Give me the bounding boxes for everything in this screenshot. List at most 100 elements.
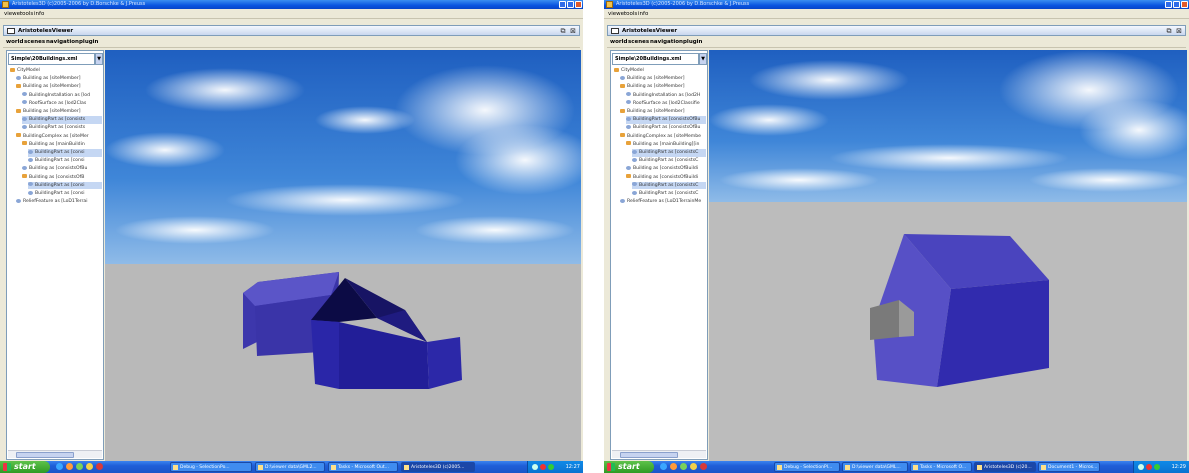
tree-node[interactable]: BuildingPart as [consistsOfBu: [626, 124, 706, 132]
task-explorer[interactable]: D:\viewer data\GML2...: [255, 462, 325, 472]
tray-icon[interactable]: [1146, 464, 1152, 470]
tree-node[interactable]: BuildingPart as [consistsC: [632, 149, 706, 157]
tree-node[interactable]: Building as [siteMember]: [620, 108, 706, 116]
scrollbar-thumb[interactable]: [620, 452, 678, 458]
task-label: Tasks - Microsoft Out...: [338, 465, 389, 470]
quicklaunch-firefox-icon[interactable]: [66, 463, 73, 470]
menu-info[interactable]: info: [34, 10, 44, 18]
quicklaunch-ie-icon[interactable]: [56, 463, 63, 470]
task-word[interactable]: Document1 - Micros...: [1038, 462, 1100, 472]
minimize-icon[interactable]: [559, 1, 566, 8]
quicklaunch-folder-icon[interactable]: [690, 463, 697, 470]
scrollbar-thumb[interactable]: [16, 452, 74, 458]
task-debug[interactable]: Debug - SelectionPo...: [170, 462, 252, 472]
menu-plugin[interactable]: plugin: [79, 38, 98, 47]
menu-scenes[interactable]: scenes: [628, 38, 649, 47]
close-icon[interactable]: [1181, 1, 1188, 8]
quicklaunch-ie-icon[interactable]: [660, 463, 667, 470]
tree-node[interactable]: BuildingPart as [consi: [28, 190, 102, 198]
tray-icon[interactable]: [532, 464, 538, 470]
3d-viewport[interactable]: [709, 50, 1187, 461]
quicklaunch-firefox-icon[interactable]: [670, 463, 677, 470]
start-button[interactable]: start: [604, 461, 654, 473]
task-aristoteles[interactable]: Aristoteles3D (c)20...: [974, 462, 1036, 472]
tree-node[interactable]: Building as [mainBuilding][in: [626, 141, 706, 149]
menu-info[interactable]: info: [638, 10, 648, 18]
minimize-icon[interactable]: [1165, 1, 1172, 8]
combo-arrow-icon[interactable]: ▼: [95, 53, 103, 65]
menu-navigation[interactable]: navigation: [650, 38, 683, 47]
close-icon[interactable]: [575, 1, 582, 8]
tree-node[interactable]: BuildingPart as [consi: [28, 149, 102, 157]
close-icon[interactable]: ⊠: [1175, 27, 1183, 35]
tray-icon[interactable]: [1138, 464, 1144, 470]
tree-node[interactable]: RoofSurface as [lod2Classifie: [626, 100, 706, 108]
tree-node-label: BuildingInstallation as [lod: [29, 92, 91, 98]
viewer-title: AristotelesViewer: [18, 28, 74, 34]
menu-tools[interactable]: tools: [624, 10, 637, 18]
tree-node[interactable]: BuildingPart as [consists: [22, 116, 102, 124]
tree-node[interactable]: BuildingComplex as [siteMembe: [620, 133, 706, 141]
tree-node[interactable]: Building as [consistsOfBuildi: [626, 165, 706, 173]
quicklaunch-folder-icon[interactable]: [86, 463, 93, 470]
menu-world[interactable]: world: [610, 38, 627, 47]
tree-node[interactable]: BuildingComplex as [siteMer: [16, 133, 102, 141]
horizontal-scrollbar[interactable]: [612, 450, 706, 458]
tree-node[interactable]: Building as [consistsOfBuildi: [626, 174, 706, 182]
menu-scenes[interactable]: scenes: [24, 38, 45, 47]
task-outlook[interactable]: Tasks - Microsoft Out...: [328, 462, 398, 472]
tree-node[interactable]: RoofSurface as [lod2Clas: [22, 100, 102, 108]
3d-viewport[interactable]: [105, 50, 581, 461]
maximize-icon[interactable]: [1173, 1, 1180, 8]
menu-plugin[interactable]: plugin: [683, 38, 702, 47]
tree-node[interactable]: BuildingPart as [consistsC: [632, 190, 706, 198]
quicklaunch-media-icon[interactable]: [680, 463, 687, 470]
tree-node[interactable]: BuildingPart as [consistsOfBu: [626, 116, 706, 124]
restore-icon[interactable]: ⧉: [1165, 27, 1173, 35]
tree-node[interactable]: Building as [siteMember]: [16, 75, 102, 83]
tree-node[interactable]: BuildingPart as [consi: [28, 157, 102, 165]
restore-icon[interactable]: ⧉: [559, 27, 567, 35]
tree-node[interactable]: Building as [consistsOfBu: [22, 165, 102, 173]
tray-icon[interactable]: [540, 464, 546, 470]
tray-icon[interactable]: [548, 464, 554, 470]
task-debug[interactable]: Debug - SelectionPl...: [774, 462, 840, 472]
tree-node[interactable]: CityModel: [614, 67, 706, 75]
tree-node[interactable]: Building as [siteMember]: [620, 75, 706, 83]
tree-node[interactable]: Building as [mainBuildin: [22, 141, 102, 149]
task-label: D:\viewer data\GML2...: [265, 465, 317, 470]
tree-node[interactable]: BuildingPart as [consistsC: [632, 181, 706, 190]
horizontal-scrollbar[interactable]: [8, 450, 102, 458]
tree-node[interactable]: BuildingPart as [consi: [28, 181, 102, 190]
tree-node[interactable]: BuildingInstallation as [lod: [22, 92, 102, 100]
app-title: Aristoteles3D (c)2005-2006 by D.Borschke…: [616, 1, 750, 7]
tree-node-label: BuildingPart as [consi: [35, 158, 85, 164]
tree-node[interactable]: ReliefFeature as [LoD1TerrainMe: [620, 198, 706, 206]
menu-navigation[interactable]: navigation: [46, 38, 79, 47]
task-explorer[interactable]: D:\viewer data\GML...: [842, 462, 908, 472]
tree-node[interactable]: BuildingInstallation as [lod2H: [626, 92, 706, 100]
tree-node[interactable]: Building as [siteMember]: [16, 83, 102, 91]
start-button[interactable]: start: [0, 461, 50, 473]
file-combo[interactable]: Simple\20Buildings.xml: [612, 53, 699, 65]
tree-node[interactable]: CityModel: [10, 67, 102, 75]
tree-node[interactable]: Building as [consistsOfB: [22, 174, 102, 182]
menu-world[interactable]: world: [6, 38, 23, 47]
tree-node[interactable]: BuildingPart as [consists: [22, 124, 102, 132]
tree-node-label: Building as [siteMember]: [23, 84, 81, 90]
task-aristoteles[interactable]: Aristoteles3D (c)2005...: [401, 462, 475, 472]
quicklaunch-app-icon[interactable]: [700, 463, 707, 470]
tree-node[interactable]: Building as [siteMember]: [620, 83, 706, 91]
task-outlook[interactable]: Tasks - Microsoft O...: [910, 462, 972, 472]
combo-arrow-icon[interactable]: ▼: [699, 53, 707, 65]
quicklaunch-app-icon[interactable]: [96, 463, 103, 470]
maximize-icon[interactable]: [567, 1, 574, 8]
quicklaunch-media-icon[interactable]: [76, 463, 83, 470]
tree-node[interactable]: BuildingPart as [consistsC: [632, 157, 706, 165]
menu-tools[interactable]: tools: [20, 10, 33, 18]
tree-node[interactable]: Building as [siteMember]: [16, 108, 102, 116]
close-icon[interactable]: ⊠: [569, 27, 577, 35]
tree-node[interactable]: ReliefFeature as [LoD1Terrai: [16, 198, 102, 206]
tray-icon[interactable]: [1154, 464, 1160, 470]
file-combo[interactable]: Simple\20Buildings.xml: [8, 53, 95, 65]
